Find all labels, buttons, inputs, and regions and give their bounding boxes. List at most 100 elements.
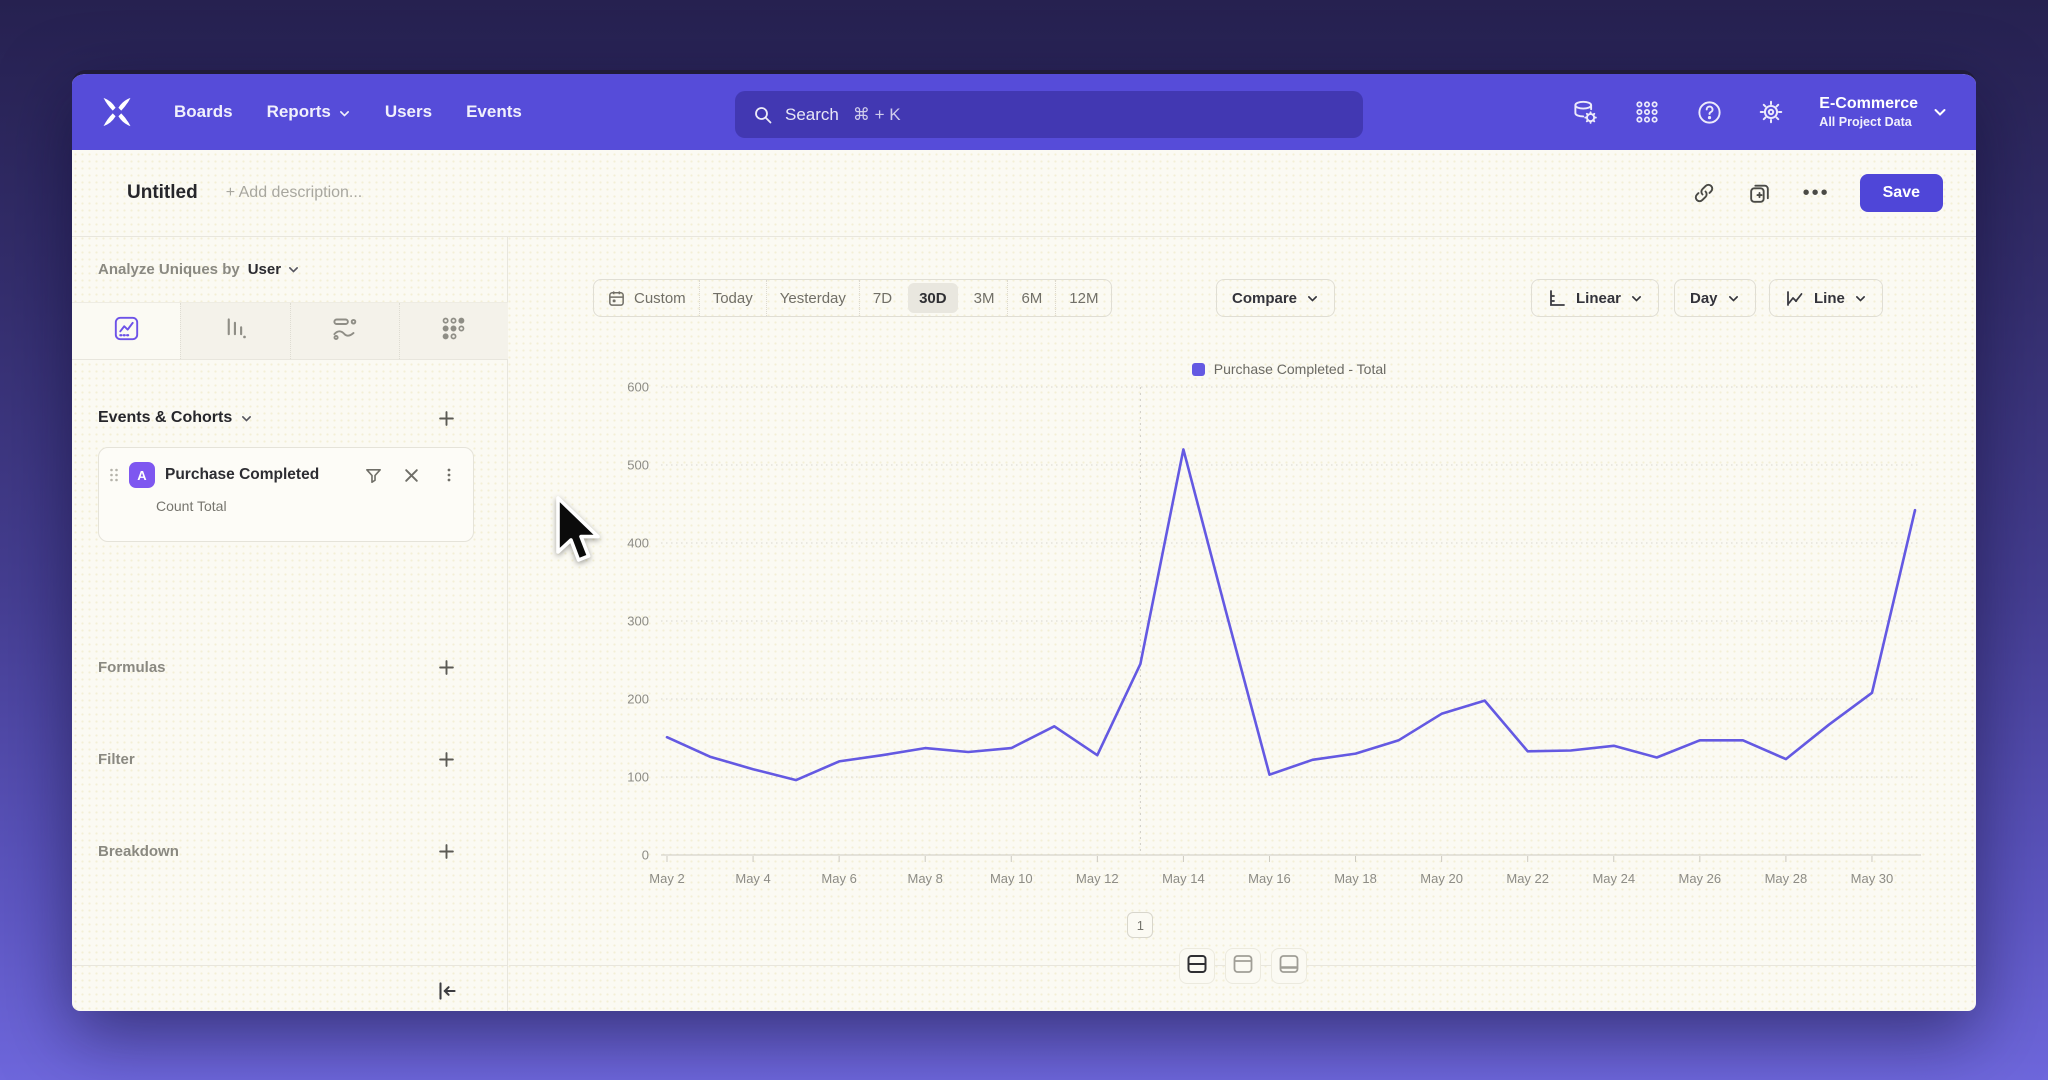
range-yesterday[interactable]: Yesterday xyxy=(766,280,859,316)
svg-text:May 18: May 18 xyxy=(1334,871,1377,886)
range-30d[interactable]: 30D xyxy=(908,283,958,313)
chevron-down-icon xyxy=(1306,292,1319,305)
annotation-badge[interactable]: 1 xyxy=(1127,912,1153,938)
event-measure[interactable]: Count Total xyxy=(156,498,459,514)
date-range-group: CustomTodayYesterday7D30D3M6M12M xyxy=(593,279,1112,317)
interval-dropdown[interactable]: Day xyxy=(1674,279,1756,317)
range-3m[interactable]: 3M xyxy=(961,280,1008,316)
mixpanel-logo-icon[interactable] xyxy=(100,95,134,129)
sidebar-footer xyxy=(72,965,508,1011)
chart-toolbar: CustomTodayYesterday7D30D3M6M12M Compare… xyxy=(509,279,1976,319)
nav-item-events[interactable]: Events xyxy=(466,102,522,122)
nav-item-users[interactable]: Users xyxy=(385,102,432,122)
chevron-down-icon xyxy=(287,263,300,276)
nav-item-boards[interactable]: Boards xyxy=(174,102,233,122)
tab-insights-line-chart[interactable] xyxy=(72,303,180,359)
collapse-sidebar-icon[interactable] xyxy=(434,978,460,1004)
event-name[interactable]: Purchase Completed xyxy=(165,466,319,484)
data-management-icon[interactable] xyxy=(1571,98,1599,126)
chevron-down-icon xyxy=(1727,292,1740,305)
chevron-down-icon xyxy=(1932,104,1948,120)
svg-text:0: 0 xyxy=(642,848,649,863)
svg-text:May 30: May 30 xyxy=(1851,871,1894,886)
copy-link-icon[interactable] xyxy=(1691,180,1717,206)
remove-event-icon[interactable] xyxy=(401,465,421,485)
sidebar-sections: FormulasFilterBreakdown xyxy=(98,644,457,920)
events-cohorts-header: Events & Cohorts xyxy=(98,407,457,429)
range-6m[interactable]: 6M xyxy=(1007,280,1055,316)
chevron-down-icon xyxy=(240,412,253,425)
svg-text:200: 200 xyxy=(627,692,649,707)
add-event-button[interactable] xyxy=(435,407,457,429)
flows-icon xyxy=(331,315,358,347)
add-description-field[interactable]: + Add description... xyxy=(226,184,363,202)
event-card[interactable]: A Purchase Completed Count Total xyxy=(98,447,474,542)
more-options-button[interactable]: ••• xyxy=(1803,188,1830,198)
add-filter-button[interactable] xyxy=(435,748,457,770)
layout-split-horizontal-button[interactable] xyxy=(1179,948,1215,984)
help-icon[interactable] xyxy=(1695,98,1723,126)
drag-handle-icon[interactable] xyxy=(109,467,119,483)
filter-funnel-icon[interactable] xyxy=(363,465,383,485)
line-chart-icon xyxy=(1785,288,1805,308)
svg-text:100: 100 xyxy=(627,770,649,785)
svg-text:May 4: May 4 xyxy=(735,871,770,886)
range-today[interactable]: Today xyxy=(699,280,766,316)
settings-gear-icon[interactable] xyxy=(1757,98,1785,126)
tab-flows[interactable] xyxy=(290,303,399,359)
compare-dropdown[interactable]: Compare xyxy=(1216,279,1335,317)
top-nav: Boards Reports Users Events Search ⌘ + K xyxy=(72,74,1976,150)
layout-panel-top-button[interactable] xyxy=(1225,948,1261,984)
report-title[interactable]: Untitled xyxy=(127,182,198,204)
project-switcher[interactable]: E-Commerce All Project Data xyxy=(1819,95,1948,129)
save-button[interactable]: Save xyxy=(1860,174,1943,212)
svg-text:400: 400 xyxy=(627,536,649,551)
tab-retention-grid[interactable] xyxy=(399,303,508,359)
event-kebab-menu-icon[interactable] xyxy=(439,465,459,485)
line-chart[interactable]: 0100200300400500600May 2May 4May 6May 8M… xyxy=(593,374,1963,934)
search-input[interactable]: Search ⌘ + K xyxy=(735,91,1363,138)
layout-panel-bottom-button[interactable] xyxy=(1271,948,1307,984)
svg-text:May 16: May 16 xyxy=(1248,871,1291,886)
svg-text:May 24: May 24 xyxy=(1592,871,1635,886)
analyze-entity-dropdown[interactable]: User xyxy=(248,261,300,278)
range-12m[interactable]: 12M xyxy=(1055,280,1111,316)
events-cohorts-toggle[interactable]: Events & Cohorts xyxy=(98,409,253,427)
svg-text:May 8: May 8 xyxy=(908,871,943,886)
svg-text:May 22: May 22 xyxy=(1506,871,1549,886)
duplicate-icon[interactable] xyxy=(1747,180,1773,206)
search-icon xyxy=(753,105,773,125)
linear-axis-icon xyxy=(1547,288,1567,308)
add-breakdown-button[interactable] xyxy=(435,840,457,862)
report-type-tabs xyxy=(72,302,508,360)
nav-menu: Boards Reports Users Events xyxy=(174,102,522,122)
nav-right: E-Commerce All Project Data xyxy=(1571,74,1948,150)
chevron-down-icon xyxy=(1854,292,1867,305)
chevron-down-icon xyxy=(1630,292,1643,305)
svg-text:May 6: May 6 xyxy=(821,871,856,886)
nav-item-reports[interactable]: Reports xyxy=(267,102,351,122)
svg-text:500: 500 xyxy=(627,458,649,473)
chevron-down-icon xyxy=(338,107,351,120)
y-scale-dropdown[interactable]: Linear xyxy=(1531,279,1659,317)
desktop-background: { "nav": { "items": [ {"label": "Boards"… xyxy=(0,0,2048,1080)
svg-text:300: 300 xyxy=(627,614,649,629)
apps-grid-icon[interactable] xyxy=(1633,98,1661,126)
svg-text:May 10: May 10 xyxy=(990,871,1033,886)
retention-grid-icon xyxy=(440,315,467,347)
doc-header: Untitled + Add description... ••• Save xyxy=(72,150,1976,237)
tab-funnel-bars[interactable] xyxy=(180,303,289,359)
search-shortcut: ⌘ + K xyxy=(853,105,901,125)
query-sidebar: Analyze Uniques by User Events & Cohorts xyxy=(72,237,508,1011)
panel-top-icon xyxy=(1231,952,1255,981)
chart-type-dropdown[interactable]: Line xyxy=(1769,279,1883,317)
project-name: E-Commerce xyxy=(1819,95,1918,113)
doc-actions: ••• Save xyxy=(1691,174,1943,212)
section-breakdown: Breakdown xyxy=(98,828,457,874)
svg-text:May 12: May 12 xyxy=(1076,871,1119,886)
panel-bottom-icon xyxy=(1277,952,1301,981)
analyze-row: Analyze Uniques by User xyxy=(98,261,300,278)
add-formulas-button[interactable] xyxy=(435,656,457,678)
range-custom[interactable]: Custom xyxy=(594,280,699,316)
range-7d[interactable]: 7D xyxy=(859,280,905,316)
